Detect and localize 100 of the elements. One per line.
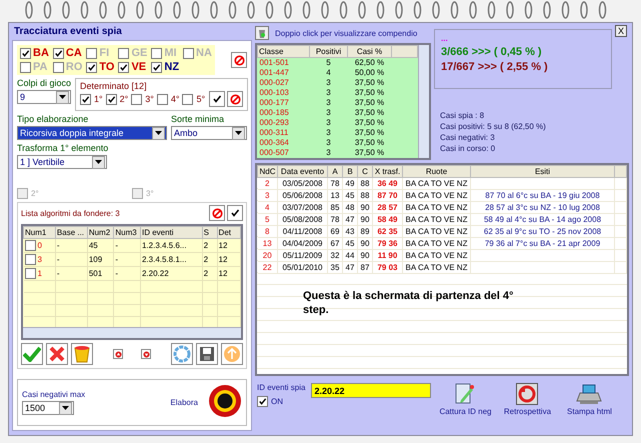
checkbox[interactable] [52,48,64,58]
clear-button[interactable] [231,52,247,68]
upload-button[interactable] [221,343,243,365]
checkbox[interactable] [20,62,31,72]
column-header[interactable]: Ruote [402,166,470,178]
table-cell: 2 [204,241,208,250]
checkbox[interactable] [24,254,36,265]
checkbox[interactable] [151,62,162,72]
stat-text: Casi negativi: 3 [440,133,496,142]
column-header[interactable]: Num3 [114,226,140,238]
ring-button[interactable] [171,343,193,365]
vertical-scrollbar[interactable] [418,45,429,158]
minimum-bet-dropdown[interactable]: Ambo [171,126,247,140]
action-button[interactable]: Stampa html [561,383,618,416]
trash-bin-icon[interactable] [255,26,269,40]
table-cell: 43 [346,227,354,236]
pencil-document-icon [455,383,476,405]
column-header[interactable]: Esiti [470,166,614,178]
column-header[interactable]: S [202,226,218,238]
event-id-input[interactable]: 2.20.22 [311,383,432,398]
transform-dropdown[interactable]: 1 ] Vertibile [17,155,107,169]
hint-text: Doppio click per visualizzare compendio [275,28,418,38]
checkbox[interactable] [86,62,98,72]
table-cell: 58 49 al 4°c su BA - 14 ago 2008 [484,215,602,224]
table-cell: 37,50 % [354,118,384,127]
checkbox[interactable] [257,396,268,407]
checkbox[interactable] [106,94,117,104]
checkbox[interactable] [24,268,36,279]
table-cell: 48 [346,203,354,212]
close-button[interactable]: X [615,25,627,37]
max-negatives-dropdown[interactable]: 1500 [22,401,74,415]
table-cell: 05/08/2008 [282,215,323,224]
refresh-icon [516,383,538,405]
table-cell: 32 [330,251,340,260]
column-header[interactable]: Positivi [310,46,348,58]
processing-type-dropdown[interactable]: Ricorsiva doppia integrale [17,126,167,140]
checkbox[interactable] [151,48,162,58]
table-cell: 001-501 [260,58,289,67]
column-header[interactable]: ID eventi [140,226,202,238]
table-cell: 37,50 % [354,148,384,157]
checkbox[interactable] [182,94,194,104]
action-button[interactable]: Cattura ID neg [437,383,494,416]
table-cell: 1 [38,269,42,278]
checkbox[interactable] [118,62,130,72]
column-header[interactable]: Casi % [348,46,392,58]
table-cell: 28 57 [377,203,398,212]
checkbox[interactable] [183,48,194,58]
save-button[interactable] [196,343,218,365]
table-cell: 5 [326,58,331,67]
stat-text: Casi in corso: 0 [440,144,496,153]
action-button[interactable]: Retrospettiva [499,383,556,416]
table-cell: 37,50 % [354,88,384,97]
checkbox[interactable] [86,48,98,58]
stat-text: Casi positivi: 5 su 8 (62,50 %) [440,122,547,131]
checkbox[interactable] [24,240,36,251]
table-cell: 67 [330,239,340,248]
checkbox[interactable] [118,48,130,58]
table-cell: 3 [326,148,331,157]
horizontal-scrollbar[interactable] [23,327,241,338]
table-cell: 2.3.4.5.8.1... [142,255,186,264]
column-header[interactable]: Det [217,226,240,238]
column-header[interactable]: Classe [258,46,310,58]
table-cell: 58 49 [377,215,398,224]
checkbox[interactable] [80,94,92,104]
column-header[interactable]: B [342,166,358,178]
checkbox[interactable] [131,94,142,104]
checkbox[interactable] [52,62,64,72]
select-all-button[interactable] [227,205,243,221]
column-header[interactable]: A [328,166,342,178]
ring-icon [173,345,191,363]
column-header[interactable]: X trasf. [372,166,402,178]
table-cell: 12 [218,255,228,264]
games-dropdown[interactable]: 9 [17,90,72,104]
table-cell: 87 [360,263,370,272]
column-header[interactable]: Base ... [55,226,88,238]
confirm-button[interactable] [21,343,43,365]
checkbox[interactable] [20,48,31,58]
bucket-button[interactable] [71,343,93,365]
column-header[interactable]: Num2 [87,226,114,238]
delete-button[interactable] [46,343,68,365]
checkbox[interactable] [156,94,168,104]
group-title: Determinato [12] [80,81,148,91]
table-cell: 62 35 al 9°c su TO - 25 nov 2008 [484,227,602,236]
clear-button[interactable] [227,91,244,107]
column-header[interactable]: Data evento [278,166,328,178]
table-cell: 45 [346,239,354,248]
clear-button[interactable] [209,205,225,221]
move-up-button[interactable] [113,349,123,359]
run-label: Elabora [170,398,198,407]
column-header[interactable]: C [358,166,372,178]
column-header[interactable]: Num1 [24,226,56,238]
table-cell: 37,50 % [354,108,384,117]
select-all-button[interactable] [209,91,226,107]
table-cell: 11 90 [378,251,398,260]
column-header[interactable]: NdC [258,166,278,178]
option-label: 4° [170,94,180,104]
table-cell: 79 36 [377,239,398,248]
table-cell: 3 [326,78,331,87]
move-down-button[interactable] [141,349,151,359]
table-cell: 88 [360,179,370,188]
